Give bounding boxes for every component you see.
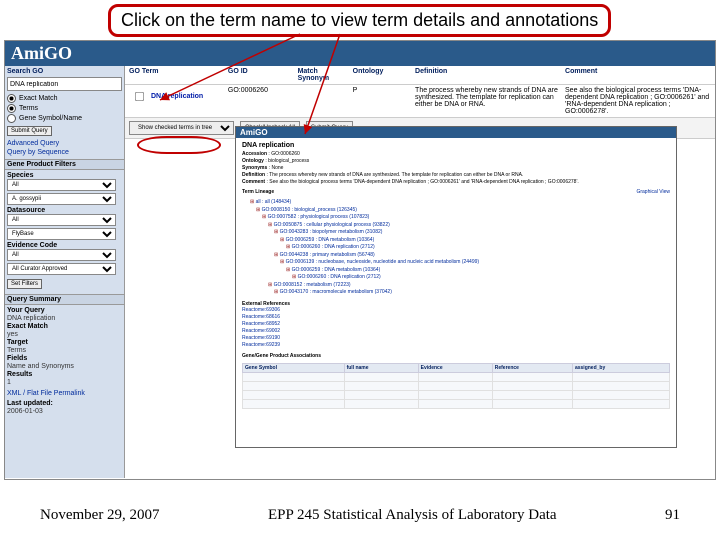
species-list[interactable]: A. gossypii [7, 193, 116, 205]
summary-heading: Query Summary [5, 294, 124, 305]
summary-results: 1 [7, 379, 122, 386]
species-label: Species [7, 172, 122, 179]
datasource-label: Datasource [7, 207, 122, 214]
evidence-label: Evidence Code [7, 242, 122, 249]
detail-definition: The process whereby new strands of DNA a… [269, 172, 523, 178]
query-by-sequence-link[interactable]: Query by Sequence [7, 149, 122, 156]
radio-exact-match[interactable]: Exact Match [7, 94, 122, 103]
radio-selected-icon [7, 104, 16, 113]
detail-comment: See also the biological process terms 'D… [269, 179, 579, 185]
term-lineage-tree: ⊞ all : all (148434)⊞ GO:0008150 : biolo… [250, 199, 670, 297]
row-checkbox[interactable] [135, 92, 144, 101]
footer-date: November 29, 2007 [40, 507, 160, 524]
term-name-link[interactable]: DNA replication [151, 93, 203, 100]
evidence-select[interactable]: All [7, 249, 116, 261]
footer-page-number: 91 [665, 507, 680, 524]
submit-search-button[interactable]: Submit Query [7, 126, 52, 136]
evidence-list[interactable]: All Curator Approved [7, 263, 116, 275]
app-logo: AmiGO [5, 41, 715, 66]
results-row: DNA replication GO:0006260 P The process… [125, 85, 715, 117]
summary-query: DNA replication [7, 315, 122, 322]
cell-synonym [298, 87, 349, 115]
radio-gene-symbol[interactable]: Gene Symbol/Name [7, 114, 122, 123]
detail-ontology: biological_process [268, 158, 309, 164]
detail-accession: GO:0006260 [271, 151, 300, 157]
detail-term-title: DNA replication [242, 142, 670, 149]
datasource-list[interactable]: FlyBase [7, 228, 116, 240]
cell-ontology: P [353, 87, 411, 115]
cell-definition: The process whereby new strands of DNA a… [415, 87, 561, 115]
advanced-query-link[interactable]: Advanced Query [7, 140, 122, 147]
datasource-select[interactable]: All [7, 214, 116, 226]
instruction-callout: Click on the term name to view term deta… [108, 4, 611, 37]
associations-table: Gene Symbol full name Evidence Reference… [242, 363, 670, 409]
table-row [243, 381, 670, 390]
summary-exact: yes [7, 331, 122, 338]
summary-target: Terms [7, 347, 122, 354]
results-panel: GO Term GO ID Match Synonym Ontology Def… [125, 66, 715, 478]
set-filters-button[interactable]: Set Filters [7, 279, 42, 289]
amigo-screenshot: AmiGO Search GO Exact Match Terms Gene S… [4, 40, 716, 480]
radio-unselected-icon [7, 114, 16, 123]
species-select[interactable]: All [7, 179, 116, 191]
sidebar: Search GO Exact Match Terms Gene Symbol/… [5, 66, 125, 478]
table-row [243, 399, 670, 408]
detail-synonyms: None [271, 165, 283, 171]
search-input[interactable] [7, 77, 122, 91]
cell-goid: GO:0006260 [228, 87, 294, 115]
search-label: Search GO [7, 68, 122, 75]
results-column-headers: GO Term GO ID Match Synonym Ontology Def… [125, 66, 715, 85]
table-row [243, 390, 670, 399]
show-in-tree-select[interactable]: Show checked terms in tree [129, 121, 234, 135]
table-row [243, 372, 670, 381]
permalink-link[interactable]: XML / Flat File Permalink [7, 390, 122, 397]
detail-app-bar: AmiGO [236, 127, 676, 138]
radio-terms[interactable]: Terms [7, 104, 122, 113]
external-refs: Reactome:69306Reactome:68616Reactome:689… [242, 307, 670, 349]
last-updated-value: 2006-01-03 [7, 408, 122, 415]
slide-footer: November 29, 2007 EPP 245 Statistical An… [0, 507, 720, 524]
cell-comment: See also the biological process terms 'D… [565, 87, 711, 115]
radio-selected-icon [7, 94, 16, 103]
summary-fields: Name and Synonyms [7, 363, 122, 370]
graphical-view-link[interactable]: Graphical View [636, 189, 670, 195]
filters-heading: Gene Product Filters [5, 159, 124, 170]
term-detail-panel: AmiGO DNA replication Accession : GO:000… [235, 126, 677, 448]
footer-title: EPP 245 Statistical Analysis of Laborato… [160, 507, 665, 524]
